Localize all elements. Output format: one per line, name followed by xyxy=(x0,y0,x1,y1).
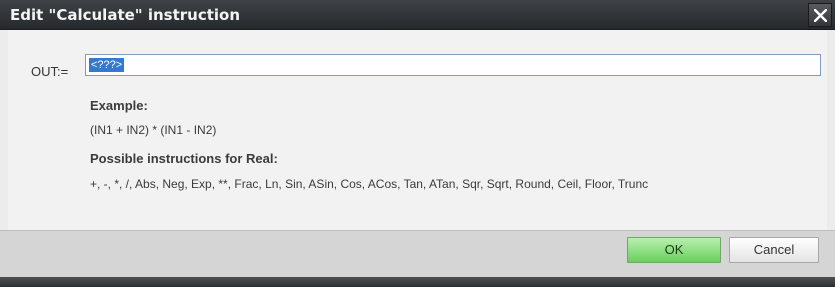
out-label: OUT:= xyxy=(31,64,69,79)
bottom-border xyxy=(0,277,835,287)
out-expression-input[interactable]: <???> xyxy=(85,54,821,76)
close-button[interactable] xyxy=(808,3,832,27)
dialog-title: Edit "Calculate" instruction xyxy=(10,6,241,24)
calculate-dialog: Edit "Calculate" instruction OUT:= <???>… xyxy=(0,0,835,287)
possible-instructions-list: +, -, *, /, Abs, Neg, Exp, **, Frac, Ln,… xyxy=(90,177,649,191)
title-bar: Edit "Calculate" instruction xyxy=(0,0,835,30)
example-heading: Example: xyxy=(90,98,148,113)
out-expression-value[interactable]: <???> xyxy=(89,58,125,72)
possible-instructions-heading: Possible instructions for Real: xyxy=(90,151,278,166)
close-icon xyxy=(814,9,827,22)
example-text: (IN1 + IN2) * (IN1 - IN2) xyxy=(90,123,217,137)
cancel-button[interactable]: Cancel xyxy=(729,237,819,263)
ok-button[interactable]: OK xyxy=(627,237,721,263)
dialog-content: OUT:= <???> Example: (IN1 + IN2) * (IN1 … xyxy=(8,30,827,230)
